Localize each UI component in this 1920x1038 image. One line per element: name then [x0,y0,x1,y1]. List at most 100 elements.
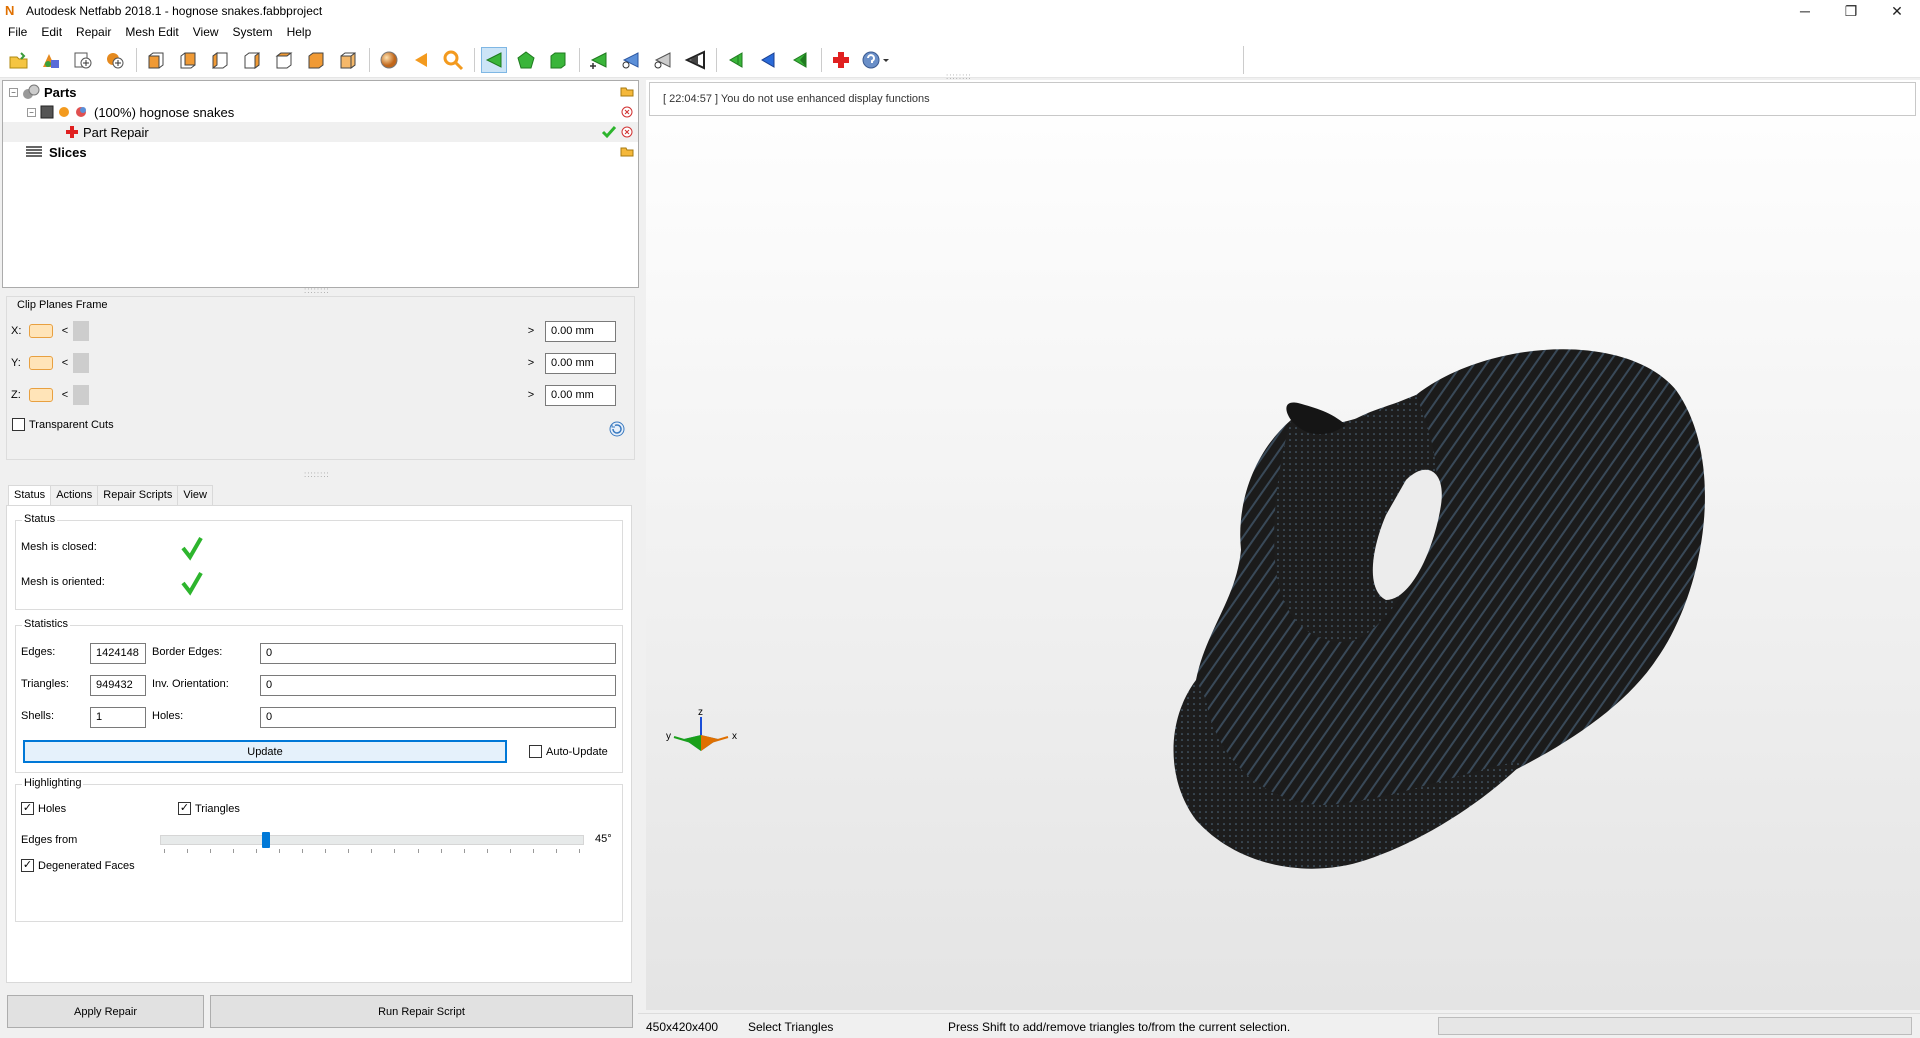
clip-z-decrease[interactable]: < [59,389,71,401]
holes-field[interactable]: 0 [260,707,616,728]
restore-button[interactable]: ❐ [1828,0,1874,22]
collapse-parts-icon[interactable]: − [9,87,18,97]
highlight-triangles-option[interactable]: ✓ Triangles [178,802,240,815]
mirror-icon[interactable] [787,47,813,73]
snake-mesh-model[interactable] [1066,300,1806,920]
tab-view[interactable]: View [177,485,213,505]
tab-status[interactable]: Status [8,485,52,506]
import-icon[interactable] [102,47,128,73]
menu-edit[interactable]: Edit [41,25,62,39]
cancel-repair-icon[interactable] [620,125,634,139]
3d-viewport[interactable]: [ 22:04:57 ] You do not use enhanced dis… [646,72,1920,1010]
menu-repair[interactable]: Repair [76,25,111,39]
highlight-triangles-checkbox[interactable]: ✓ [178,802,191,815]
select-triangles-icon[interactable] [481,46,507,73]
add-part-icon[interactable] [38,47,64,73]
auto-update-checkbox[interactable] [529,745,542,758]
clip-y-increase[interactable]: > [525,357,537,369]
highlight-holes-checkbox[interactable]: ✓ [21,802,34,815]
clip-row-z: Z: < > 0.00 mm [11,383,631,407]
view-front-icon[interactable] [143,47,169,73]
clip-x-increase[interactable]: > [525,325,537,337]
degenerated-faces-option[interactable]: ✓ Degenerated Faces [21,859,135,872]
transparent-cuts-option[interactable]: Transparent Cuts [12,418,114,431]
triangles-field[interactable]: 949432 [90,675,146,696]
menu-file[interactable]: File [8,25,27,39]
clip-z-toggle[interactable] [29,388,53,402]
clip-z-thumb[interactable] [73,385,89,405]
splitter-handle[interactable]: :::::::: [304,286,330,295]
panel-splitter[interactable] [639,80,646,1038]
border-edges-field[interactable]: 0 [260,643,616,664]
menu-system[interactable]: System [233,25,273,39]
clip-y-decrease[interactable]: < [59,357,71,369]
log-splitter-handle[interactable]: :::::::: [946,72,972,81]
run-repair-script-button[interactable]: Run Repair Script [210,995,633,1028]
redo-icon[interactable] [755,47,781,73]
view-left-icon[interactable] [207,47,233,73]
transparent-cuts-checkbox[interactable] [12,418,25,431]
highlight-holes-option[interactable]: ✓ Holes [21,802,66,815]
undo-icon[interactable] [723,47,749,73]
menu-view[interactable]: View [193,25,219,39]
tab-actions[interactable]: Actions [50,485,99,505]
clip-x-slider[interactable] [71,321,525,341]
auto-update-option[interactable]: Auto-Update [529,745,608,758]
clip-z-increase[interactable]: > [525,389,537,401]
edges-field[interactable]: 1424148 [90,643,146,664]
sphere-icon[interactable] [376,47,402,73]
clip-y-thumb[interactable] [73,353,89,373]
view-iso-icon[interactable] [335,47,361,73]
tree-node-parts[interactable]: − Parts [3,82,638,102]
remove-part-icon[interactable] [620,105,634,119]
collapse-part-icon[interactable]: − [27,107,36,117]
shells-field[interactable]: 1 [90,707,146,728]
border-edges-label: Border Edges: [152,646,223,658]
menu-mesh-edit[interactable]: Mesh Edit [125,25,178,39]
new-part-icon[interactable] [70,47,96,73]
select-surface-icon[interactable] [513,47,539,73]
reset-clip-icon[interactable] [608,420,626,438]
splitter-handle[interactable]: :::::::: [304,470,330,479]
apply-repair-button[interactable]: Apply Repair [7,995,204,1028]
tree-node-part-repair[interactable]: Part Repair [3,122,638,142]
add-triangle-icon[interactable] [586,47,612,73]
inv-orientation-field[interactable]: 0 [260,675,616,696]
edges-from-thumb[interactable] [262,832,270,848]
move-point-icon[interactable] [618,47,644,73]
folder-open-icon[interactable] [620,145,634,157]
select-shell-icon[interactable] [545,47,571,73]
folder-open-icon[interactable] [620,85,634,97]
help-icon[interactable] [860,47,892,73]
view-top-icon[interactable] [271,47,297,73]
close-button[interactable]: ✕ [1874,0,1920,22]
tree-node-part[interactable]: − (100%) hognose snakes [3,102,638,122]
menu-help[interactable]: Help [287,25,312,39]
apply-check-icon[interactable] [601,125,617,139]
clip-x-input[interactable]: 0.00 mm [545,320,616,342]
clip-y-input[interactable]: 0.00 mm [545,352,616,374]
clip-y-slider[interactable] [71,353,525,373]
edges-from-slider[interactable] [160,835,584,845]
cut-icon[interactable] [682,47,708,73]
previous-icon[interactable] [408,47,434,73]
clip-x-decrease[interactable]: < [59,325,71,337]
degenerated-faces-checkbox[interactable]: ✓ [21,859,34,872]
clip-x-toggle[interactable] [29,324,53,338]
view-right-icon[interactable] [239,47,265,73]
view-back-icon[interactable] [175,47,201,73]
tab-repair-scripts[interactable]: Repair Scripts [97,485,179,505]
view-bottom-icon[interactable] [303,47,329,73]
zoom-icon[interactable] [440,47,466,73]
open-project-icon[interactable] [6,47,32,73]
clip-y-toggle[interactable] [29,356,53,370]
clip-z-slider[interactable] [71,385,525,405]
repair-cross-icon[interactable] [828,47,854,73]
tree-node-slices[interactable]: Slices [3,142,638,162]
clip-z-input[interactable]: 0.00 mm [545,384,616,406]
transparent-cuts-label: Transparent Cuts [29,418,114,431]
minimize-button[interactable]: ─ [1782,0,1828,22]
clip-x-thumb[interactable] [73,321,89,341]
update-button[interactable]: Update [23,740,507,763]
triangulate-icon[interactable] [650,47,676,73]
